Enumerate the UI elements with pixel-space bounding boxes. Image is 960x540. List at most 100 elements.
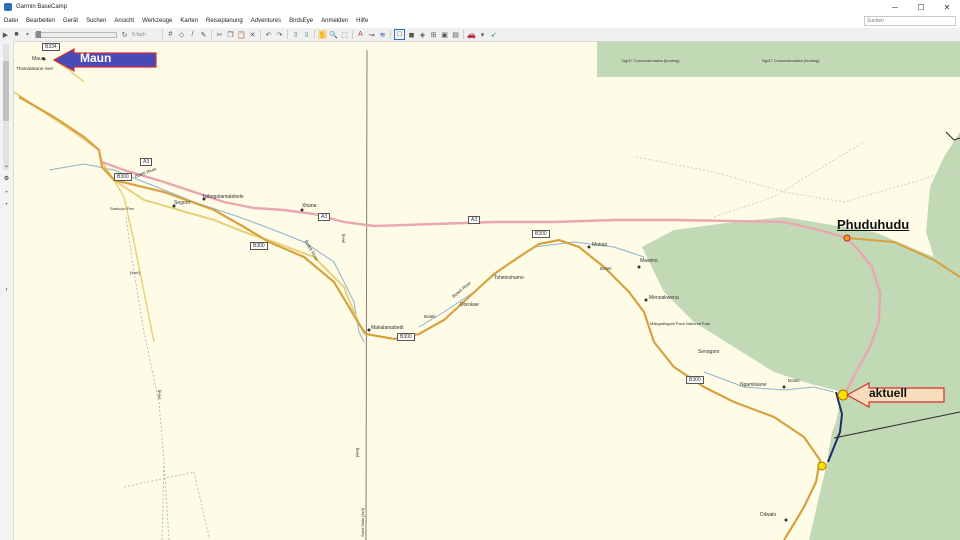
map-canvas [14,42,960,540]
send-to-device-icon[interactable]: ⇧ [291,30,300,39]
green-dot-icon: • [5,189,8,196]
menu-ansicht[interactable]: Ansicht [110,18,138,24]
settings-icon[interactable]: ⚙ [3,175,10,182]
close-button[interactable]: ✕ [934,0,960,14]
undo-icon[interactable]: ↶ [264,30,273,39]
search-input[interactable]: Suchen [864,16,956,26]
river-label: Boteti [424,314,436,319]
window-title: Garmin BaseCamp [16,4,68,10]
select-tool-icon[interactable]: ⬚ [340,30,349,39]
photo-icon[interactable]: ▣ [440,30,449,39]
area-label: Ng/47 Concessionarea (hunting) [762,58,820,63]
toolbar-separator [314,30,315,39]
menu-hilfe[interactable]: Hilfe [352,18,372,24]
maximize-button[interactable]: ☐ [908,0,934,14]
navigate-icon[interactable]: ➶ [489,30,498,39]
town-label: Tsibogolamatebele [202,194,244,200]
repeat-icon[interactable]: ↻ [120,30,129,39]
town-label: Dilwalo [760,512,777,518]
road-shield: B300 [114,173,132,181]
map-3d-icon[interactable]: ◼ [407,30,416,39]
copy-icon[interactable]: ❐ [226,30,235,39]
main-track [365,49,368,540]
menu-werkzeuge[interactable]: Werkzeuge [138,18,176,24]
pencil-icon[interactable]: ✎ [199,30,208,39]
play-icon[interactable]: ▶ [1,30,10,39]
menu-reiseplanung[interactable]: Reiseplanung [202,18,247,24]
eraser-icon[interactable]: ◇ [177,30,186,39]
grid-icon[interactable]: # [166,30,175,39]
track-dashed [713,141,865,218]
toolbar-separator [463,30,464,39]
green-dot-icon: • [5,201,8,208]
track-label: [4wd] [340,233,346,244]
river-label: Boteti [600,266,612,271]
record-icon[interactable]: ▪ [23,30,32,39]
town-label: Senagom [698,349,720,355]
waypoint-icon[interactable]: A [356,30,365,39]
minimize-button[interactable]: ─ [882,0,908,14]
town-label: Ngamlisane [740,382,767,388]
track-dashed [123,471,210,538]
title-bar: Garmin BaseCamp ─ ☐ ✕ [0,0,960,14]
road-shield: A3 [140,158,153,166]
toolbar-separator [390,30,391,39]
vehicle-profile-icon[interactable]: 🚗 [467,30,476,39]
stop-icon[interactable]: ■ [12,30,21,39]
track-label: [4wd] [354,447,360,458]
menu-geraet[interactable]: Gerät [59,18,82,24]
brush-icon[interactable]: / [188,30,197,39]
receive-from-device-icon[interactable]: ⇩ [302,30,311,39]
track-icon[interactable]: ≋ [378,30,387,39]
toolbar-separator [162,30,163,39]
waypoint-marker[interactable] [843,234,851,242]
track-dashed [635,156,960,203]
river-label: Boteti [788,378,800,383]
tiles-icon[interactable]: ⊞ [429,30,438,39]
menu-datei[interactable]: Datei [0,18,22,24]
town-label: Menoakwena [649,295,679,301]
zoom-tool-icon[interactable]: 🔍 [329,30,338,39]
map-view[interactable]: Maun aktuell Phuduhudu Maun Tsibogolamat… [14,42,960,540]
playback-slider[interactable] [35,30,117,38]
menu-suchen[interactable]: Suchen [82,18,110,24]
cut-icon[interactable]: ✂ [215,30,224,39]
route-icon[interactable]: ↝ [367,30,376,39]
menu-karten[interactable]: Karten [176,18,202,24]
slider-thumb[interactable] [36,30,41,38]
menu-adventures[interactable]: Adventures [247,18,285,24]
road-shield: B300 [250,242,268,250]
town-label: Segoro [174,200,191,206]
map-2d-icon[interactable]: □ [394,29,405,40]
dropdown-icon[interactable]: ▾ [478,30,487,39]
track-label: Sand Main [4x4] [359,508,365,537]
menu-bearbeiten[interactable]: Bearbeiten [22,18,59,24]
road-shield: B300 [397,333,415,341]
road-shield: A3 [468,216,481,224]
redo-icon[interactable]: ↷ [275,30,284,39]
scroll-down-icon[interactable]: ⌄ [3,162,10,169]
paste-icon[interactable]: 📋 [237,30,246,39]
town-label: Maun [32,56,45,62]
zoom-level[interactable]: 5-fach [132,32,154,38]
river-line [418,241,645,328]
collapse-handle[interactable]: ‹ [3,286,10,293]
river-label: Thamalakane river [16,66,54,71]
hand-tool-icon[interactable]: ✋ [318,30,327,39]
aktuell-annotation: aktuell [869,386,908,400]
town-label: Sankuyo Pan [110,206,134,211]
toolbar-separator [287,30,288,39]
menu-anmelden[interactable]: Anmelden [317,18,352,24]
layers-icon[interactable]: ◈ [418,30,427,39]
scrollbar-thumb[interactable] [3,61,9,121]
road-shield: A3 [318,213,331,221]
area-label: Ng/47 Concessionarea (hunting) [622,58,680,63]
toolbar-separator [352,30,353,39]
menu-birdseye[interactable]: BirdsEye [285,18,317,24]
delete-icon[interactable]: ✕ [248,30,257,39]
map-layer-icon[interactable]: ▤ [451,30,460,39]
road-shield: B300 [686,376,704,384]
waypoint-marker[interactable] [817,461,827,471]
maun-annotation: Maun [80,51,112,65]
minor-road [113,179,155,343]
